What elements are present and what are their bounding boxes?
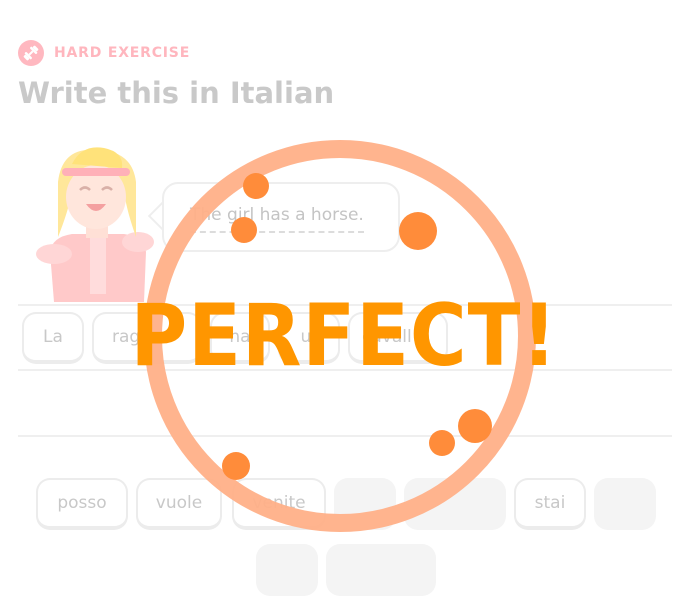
page-title: Write this in Italian xyxy=(18,76,335,110)
answer-tile[interactable]: cavall xyxy=(348,312,448,364)
answer-tile[interactable]: La xyxy=(22,312,84,364)
confetti-dot xyxy=(429,430,455,456)
word-bank-empty-slot xyxy=(256,544,318,596)
word-bank-tile[interactable]: vuole xyxy=(136,478,222,530)
word-bank-tile[interactable]: stai xyxy=(514,478,586,530)
word-bank-tile[interactable]: posso xyxy=(36,478,128,530)
confetti-dot xyxy=(399,212,437,250)
badge-label: HARD EXERCISE xyxy=(54,45,191,61)
word-bank-empty-slot xyxy=(594,478,656,530)
exercise-screen: HARD EXERCISE Write this in Italian The … xyxy=(0,0,688,596)
word-bank-empty-slot xyxy=(404,478,506,530)
word-bank-empty-slot xyxy=(326,544,436,596)
word-bank-empty-slot xyxy=(334,478,396,530)
answer-line xyxy=(18,369,672,371)
answer-tile[interactable]: un xyxy=(278,312,340,364)
word-bank-tile[interactable]: venite xyxy=(232,478,326,530)
character-illustration xyxy=(36,147,154,302)
dumbbell-icon xyxy=(18,40,44,66)
confetti-dot xyxy=(222,452,250,480)
answer-tile[interactable]: ha xyxy=(210,312,270,364)
prompt-sentence: The girl has a horse. xyxy=(190,205,364,233)
hard-exercise-badge: HARD EXERCISE xyxy=(18,40,190,66)
answer-line xyxy=(18,304,672,306)
answer-tile[interactable]: raga xyxy=(92,312,202,364)
confetti-dot xyxy=(458,409,492,443)
answer-line xyxy=(18,435,672,437)
